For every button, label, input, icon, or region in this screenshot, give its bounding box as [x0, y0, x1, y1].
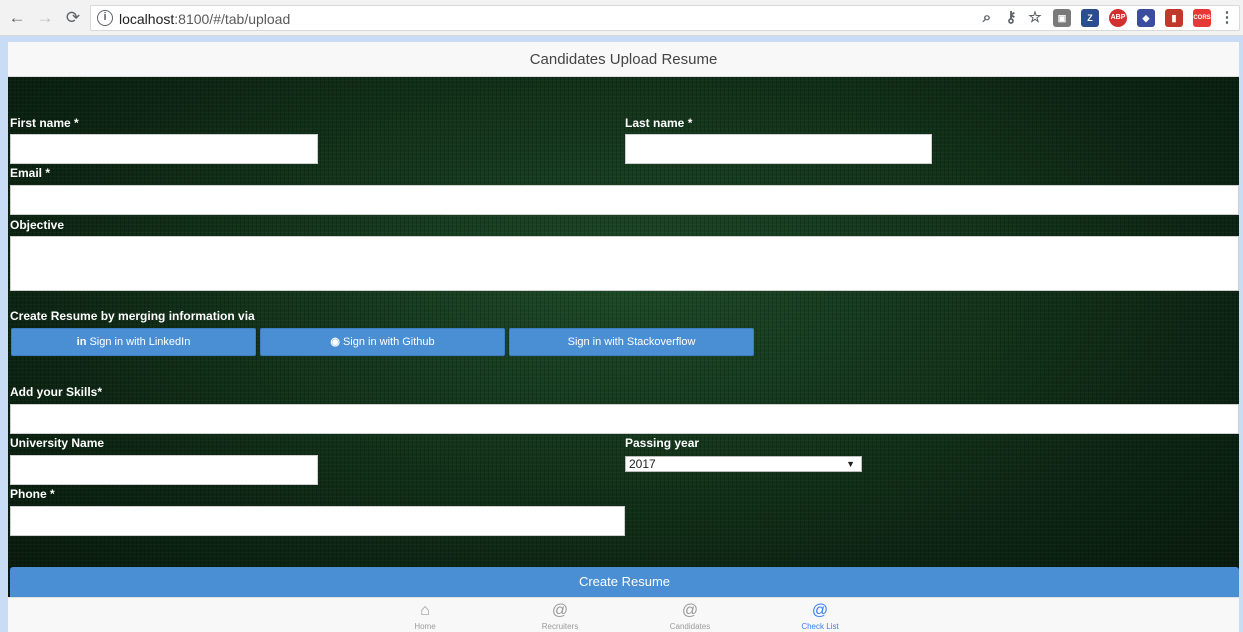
tab-candidates-label: Candidates — [669, 622, 711, 631]
github-button-label: Sign in with Github — [342, 336, 435, 348]
tab-bar: ⌂ Home @ Recruiters @ Candidates @ Check… — [8, 597, 1239, 632]
create-resume-button[interactable]: Create Resume — [10, 567, 1239, 597]
passing-year-label: Passing year — [625, 436, 700, 450]
email-label: Email * — [10, 166, 51, 180]
tab-check-list-label: Check List — [801, 622, 839, 631]
url-path: :8100/#/tab/upload — [174, 11, 291, 27]
menu-icon[interactable]: ⋮ — [1219, 9, 1235, 27]
key-icon[interactable]: ⚷ — [1003, 9, 1019, 27]
form-content: First name * Last name * Email * Objecti… — [8, 77, 1239, 597]
objective-textarea[interactable] — [10, 236, 1239, 291]
dropdown-arrow-icon: ▼ — [846, 459, 855, 469]
tab-candidates[interactable]: @ Candidates — [655, 600, 725, 631]
reload-icon[interactable]: ⟳ — [62, 7, 84, 29]
linkedin-signin-button[interactable]: in Sign in with LinkedIn — [11, 328, 256, 356]
page-title: Candidates Upload Resume — [8, 42, 1239, 77]
tab-check-list[interactable]: @ Check List — [785, 600, 855, 631]
linkedin-icon: in — [76, 336, 87, 348]
at-icon: @ — [551, 602, 569, 619]
github-icon: ◉ — [330, 336, 340, 348]
browser-toolbar: ← → ⟳ i localhost:8100/#/tab/upload ⌕ ⚷ … — [0, 0, 1243, 36]
last-name-input[interactable] — [625, 134, 932, 164]
passing-year-select[interactable]: 2017 ▼ — [625, 456, 862, 472]
extensions-area: ⌕ ⚷ ☆ ▣ Z ABP ◆ ▮ CORS ⋮ — [971, 6, 1235, 30]
skills-input[interactable] — [10, 404, 1239, 434]
at-icon: @ — [681, 602, 699, 619]
back-arrow-icon[interactable]: ← — [6, 7, 28, 29]
app-viewport: Candidates Upload Resume First name * La… — [8, 42, 1239, 632]
extension-pocket-icon[interactable]: ▣ — [1053, 9, 1071, 27]
phone-input[interactable] — [10, 506, 625, 536]
zoom-icon[interactable]: ⌕ — [979, 9, 995, 27]
skills-label: Add your Skills* — [10, 385, 103, 399]
url-text: localhost:8100/#/tab/upload — [119, 11, 290, 27]
email-input[interactable] — [10, 185, 1239, 215]
stackoverflow-button-label: Sign in with Stackoverflow — [567, 336, 696, 348]
phone-label: Phone * — [10, 487, 55, 501]
first-name-input[interactable] — [10, 134, 318, 164]
stackoverflow-signin-button[interactable]: Sign in with Stackoverflow — [509, 328, 754, 356]
tab-home[interactable]: ⌂ Home — [390, 600, 460, 631]
screen-frame: ← → ⟳ i localhost:8100/#/tab/upload ⌕ ⚷ … — [0, 0, 1243, 632]
at-icon: @ — [811, 602, 829, 619]
tab-recruiters-label: Recruiters — [541, 622, 579, 631]
last-name-label: Last name * — [625, 116, 693, 130]
first-name-label: First name * — [10, 116, 79, 130]
linkedin-button-label: Sign in with LinkedIn — [89, 336, 191, 348]
objective-label: Objective — [10, 218, 65, 232]
extension-book-icon[interactable]: ▮ — [1165, 9, 1183, 27]
extension-cors-icon[interactable]: CORS — [1193, 9, 1211, 27]
extension-abp-icon[interactable]: ABP — [1109, 9, 1127, 27]
merge-info-label: Create Resume by merging information via — [10, 309, 255, 323]
university-label: University Name — [10, 436, 105, 450]
university-input[interactable] — [10, 455, 318, 485]
star-icon[interactable]: ☆ — [1027, 9, 1043, 27]
passing-year-value: 2017 — [629, 457, 656, 471]
url-host: localhost — [119, 11, 175, 27]
tab-recruiters[interactable]: @ Recruiters — [525, 600, 595, 631]
github-signin-button[interactable]: ◉ Sign in with Github — [260, 328, 505, 356]
tab-home-label: Home — [414, 622, 436, 631]
extension-puzzle-icon[interactable]: ◆ — [1137, 9, 1155, 27]
extension-z-icon[interactable]: Z — [1081, 9, 1099, 27]
home-icon: ⌂ — [420, 602, 430, 619]
forward-arrow-icon[interactable]: → — [34, 7, 56, 29]
info-icon[interactable]: i — [97, 10, 113, 26]
